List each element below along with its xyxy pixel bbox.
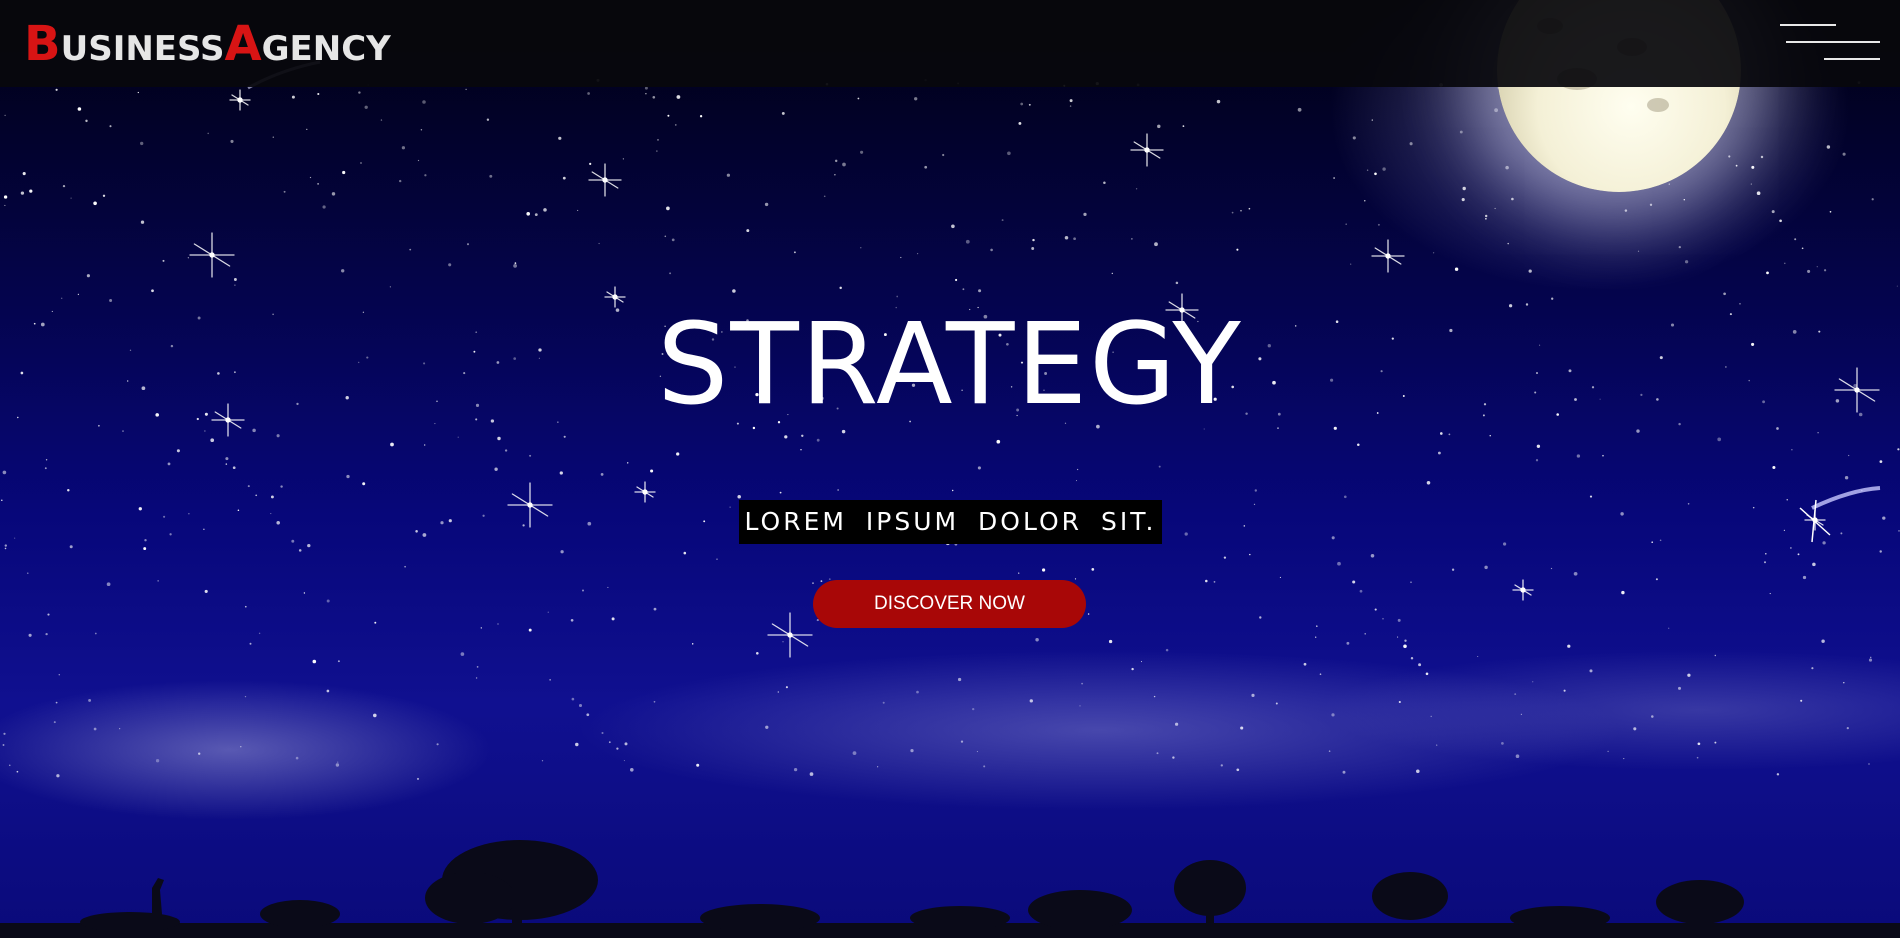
discover-now-button[interactable]: DISCOVER NOW bbox=[813, 580, 1086, 628]
hamburger-menu-icon[interactable] bbox=[1780, 22, 1880, 62]
menu-line-middle bbox=[1786, 41, 1880, 43]
menu-line-bottom bbox=[1824, 58, 1880, 60]
logo-initial-b: B bbox=[24, 16, 61, 72]
hero-page: BUSINESSAGENCY STRATEGY LOREM IPSUM DOLO… bbox=[0, 0, 1900, 938]
top-navbar: BUSINESSAGENCY bbox=[0, 0, 1900, 87]
hero-title: STRATEGY bbox=[657, 300, 1243, 430]
night-haze bbox=[0, 640, 1900, 840]
sparkle-star-icon bbox=[1130, 133, 1164, 167]
sparkle-star-icon bbox=[1512, 579, 1534, 601]
sparkle-star-icon bbox=[634, 481, 656, 503]
hero-subtitle: LOREM IPSUM DOLOR SIT. bbox=[738, 500, 1162, 544]
logo-initial-a: A bbox=[224, 16, 262, 72]
hero-subtitle-wrap: LOREM IPSUM DOLOR SIT. bbox=[0, 500, 1900, 544]
sparkle-star-icon bbox=[189, 232, 235, 278]
sparkle-star-icon bbox=[588, 163, 622, 197]
sparkle-star-icon bbox=[1371, 239, 1405, 273]
menu-line-top bbox=[1780, 24, 1836, 26]
brand-logo[interactable]: BUSINESSAGENCY bbox=[24, 16, 391, 72]
sparkle-star-icon bbox=[229, 89, 251, 111]
savanna-silhouette-image bbox=[0, 840, 1900, 938]
logo-word-usiness: USINESS bbox=[60, 29, 225, 69]
logo-word-gency: GENCY bbox=[261, 29, 391, 69]
